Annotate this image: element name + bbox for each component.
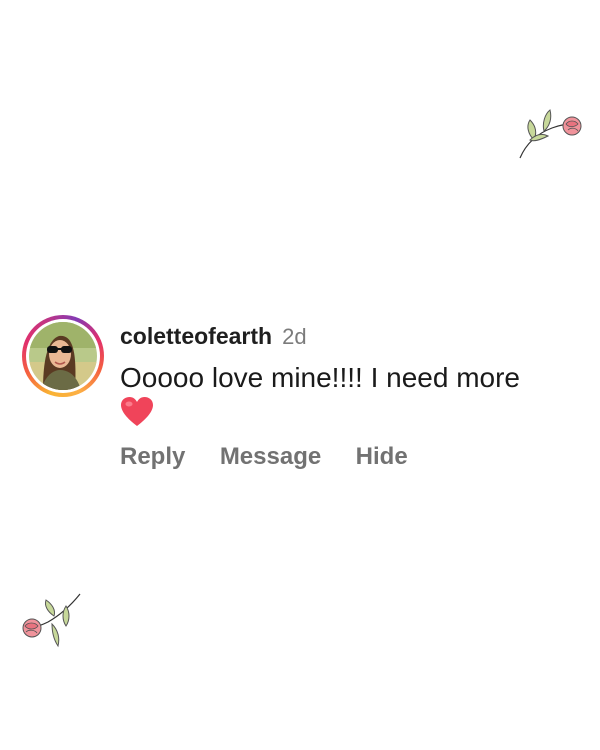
avatar-ring-gap xyxy=(26,319,100,393)
comment-timestamp: 2d xyxy=(282,324,307,349)
profile-photo-icon xyxy=(29,322,97,390)
comment-actions: Reply Message Hide xyxy=(120,443,580,473)
comment-screenshot: coletteofearth 2d Ooooo love mine!!!! I n… xyxy=(0,0,600,750)
comment-meta: coletteofearth 2d xyxy=(120,319,580,353)
reply-button[interactable]: Reply xyxy=(120,443,185,471)
username-link[interactable]: coletteofearth xyxy=(120,323,272,349)
red-heart-icon xyxy=(121,397,153,426)
rose-branch-icon xyxy=(519,109,582,159)
message-button[interactable]: Message xyxy=(220,443,321,471)
comment-text: Ooooo love mine!!!! I need more xyxy=(120,362,520,393)
rose-branch-icon xyxy=(22,593,81,648)
avatar-photo xyxy=(29,322,97,390)
hide-button[interactable]: Hide xyxy=(356,443,408,471)
avatar[interactable] xyxy=(22,315,104,397)
comment-body: coletteofearth 2d Ooooo love mine!!!! I n… xyxy=(120,319,580,473)
